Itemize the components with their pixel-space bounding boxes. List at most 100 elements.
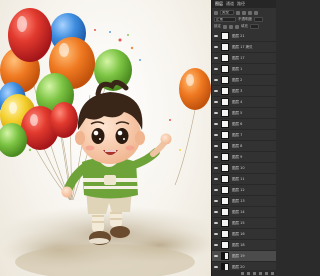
visibility-eye-icon[interactable] [212,53,219,64]
add-style-icon[interactable] [247,271,250,275]
visibility-eye-icon[interactable] [212,207,219,218]
fill-label: 填充 [241,24,248,28]
layer-row[interactable]: 图层 17 拷贝 [212,42,276,53]
layer-row[interactable]: 图层 16 [212,229,276,240]
layer-thumbnail [221,32,229,40]
new-group-icon[interactable] [259,271,262,275]
layer-name: 图层 4 [232,99,243,104]
layer-thumbnail [221,175,229,183]
layer-name: 图层 6 [232,121,243,126]
layer-thumbnail [221,109,229,117]
layer-thumbnail [221,120,229,128]
layer-row[interactable]: 图层 1 [212,64,276,75]
layer-name: 图层 11 [232,176,245,181]
tab-paths[interactable]: 路径 [237,0,245,8]
layer-name: 图层 8 [232,143,243,148]
layer-row[interactable]: 图层 15 [212,218,276,229]
layer-thumbnail [221,142,229,150]
visibility-eye-icon[interactable] [212,185,219,196]
visibility-eye-icon[interactable] [212,75,219,86]
layer-row[interactable]: 图层 5 [212,108,276,119]
layer-thumbnail [221,153,229,161]
layer-thumbnail [221,98,229,106]
layer-name: 图层 5 [232,110,243,115]
layer-thumbnail [221,87,229,95]
layer-row[interactable]: 图层 6 [212,119,276,130]
lock-row: 锁定 填充 [212,23,276,30]
link-layers-icon[interactable] [241,271,244,275]
adjustment-filter-icon[interactable] [242,10,246,15]
layer-thumbnail [221,65,229,73]
layer-row[interactable]: 图层 12 [212,185,276,196]
layer-thumbnail [221,186,229,194]
visibility-eye-icon[interactable] [212,97,219,108]
layer-name: 图层 19 [232,253,245,258]
kind-filter-select[interactable]: 类型 [220,10,234,15]
layer-thumbnail [221,219,229,227]
layer-row[interactable]: 图层 7 [212,130,276,141]
lock-label: 锁定 [214,24,221,28]
visibility-eye-icon[interactable] [212,119,219,130]
layer-row[interactable]: 图层 4 [212,97,276,108]
layer-thumbnail [221,252,229,260]
visibility-eye-icon[interactable] [212,42,219,53]
tab-layers[interactable]: 图层 [215,0,223,8]
text-filter-icon[interactable] [248,10,252,15]
fill-field[interactable] [250,24,259,29]
visibility-eye-icon[interactable] [212,64,219,75]
layer-name: 图层 9 [232,154,243,159]
visibility-eye-icon[interactable] [212,251,219,262]
pixel-filter-icon[interactable] [236,10,240,15]
add-mask-icon[interactable] [253,271,256,275]
layer-row[interactable]: 图层 2 [212,75,276,86]
layer-thumbnail [221,230,229,238]
visibility-eye-icon[interactable] [212,152,219,163]
layer-row[interactable]: 图层 14 [212,207,276,218]
lock-all-icon[interactable] [235,24,239,29]
filter-row: 类型 [212,9,276,16]
delete-layer-icon[interactable] [271,271,274,275]
lock-position-icon[interactable] [229,24,233,29]
blend-mode-select[interactable]: 正常 [214,17,236,22]
opacity-field[interactable] [254,17,263,22]
layer-row[interactable]: 图层 19 [212,251,276,262]
lock-pixels-icon[interactable] [223,24,227,29]
layer-name: 图层 7 [232,132,243,137]
visibility-eye-icon[interactable] [212,130,219,141]
visibility-eye-icon[interactable] [212,218,219,229]
visibility-eye-icon[interactable] [212,31,219,42]
layer-row[interactable]: 图层 11 [212,174,276,185]
image-canvas[interactable] [0,0,211,276]
new-layer-icon[interactable] [265,271,268,275]
layer-row[interactable]: 图层 18 [212,240,276,251]
boy-balloons-illustration [0,8,211,276]
visibility-eye-icon[interactable] [212,196,219,207]
layer-row[interactable]: 图层 9 [212,152,276,163]
layer-row[interactable]: 图层 3 [212,86,276,97]
shape-filter-icon[interactable] [254,10,258,15]
layers-panel: 图层 通道 路径 类型 正常 不透明度 锁定 填充 图层 21 图层 17 拷贝图… [211,0,276,276]
layer-name: 图层 20 [232,264,245,269]
layer-row[interactable]: 图层 17 [212,53,276,64]
layer-name: 图层 13 [232,198,245,203]
layer-row[interactable]: 图层 21 [212,31,276,42]
visibility-eye-icon[interactable] [212,240,219,251]
visibility-eye-icon[interactable] [212,108,219,119]
layer-thumbnail [221,131,229,139]
layer-thumbnail [221,164,229,172]
visibility-eye-icon[interactable] [212,141,219,152]
layer-thumbnail [221,76,229,84]
layer-name: 图层 12 [232,187,245,192]
layer-name: 图层 14 [232,209,245,214]
layer-row[interactable]: 图层 8 [212,141,276,152]
visibility-eye-icon[interactable] [212,174,219,185]
tab-channels[interactable]: 通道 [226,0,234,8]
visibility-eye-icon[interactable] [212,86,219,97]
visibility-eye-icon[interactable] [212,163,219,174]
layer-name: 图层 21 [232,33,245,38]
layer-row[interactable]: 图层 13 [212,196,276,207]
layer-name: 图层 10 [232,165,245,170]
panel-tabs: 图层 通道 路径 [212,0,276,8]
layer-row[interactable]: 图层 10 [212,163,276,174]
visibility-eye-icon[interactable] [212,229,219,240]
